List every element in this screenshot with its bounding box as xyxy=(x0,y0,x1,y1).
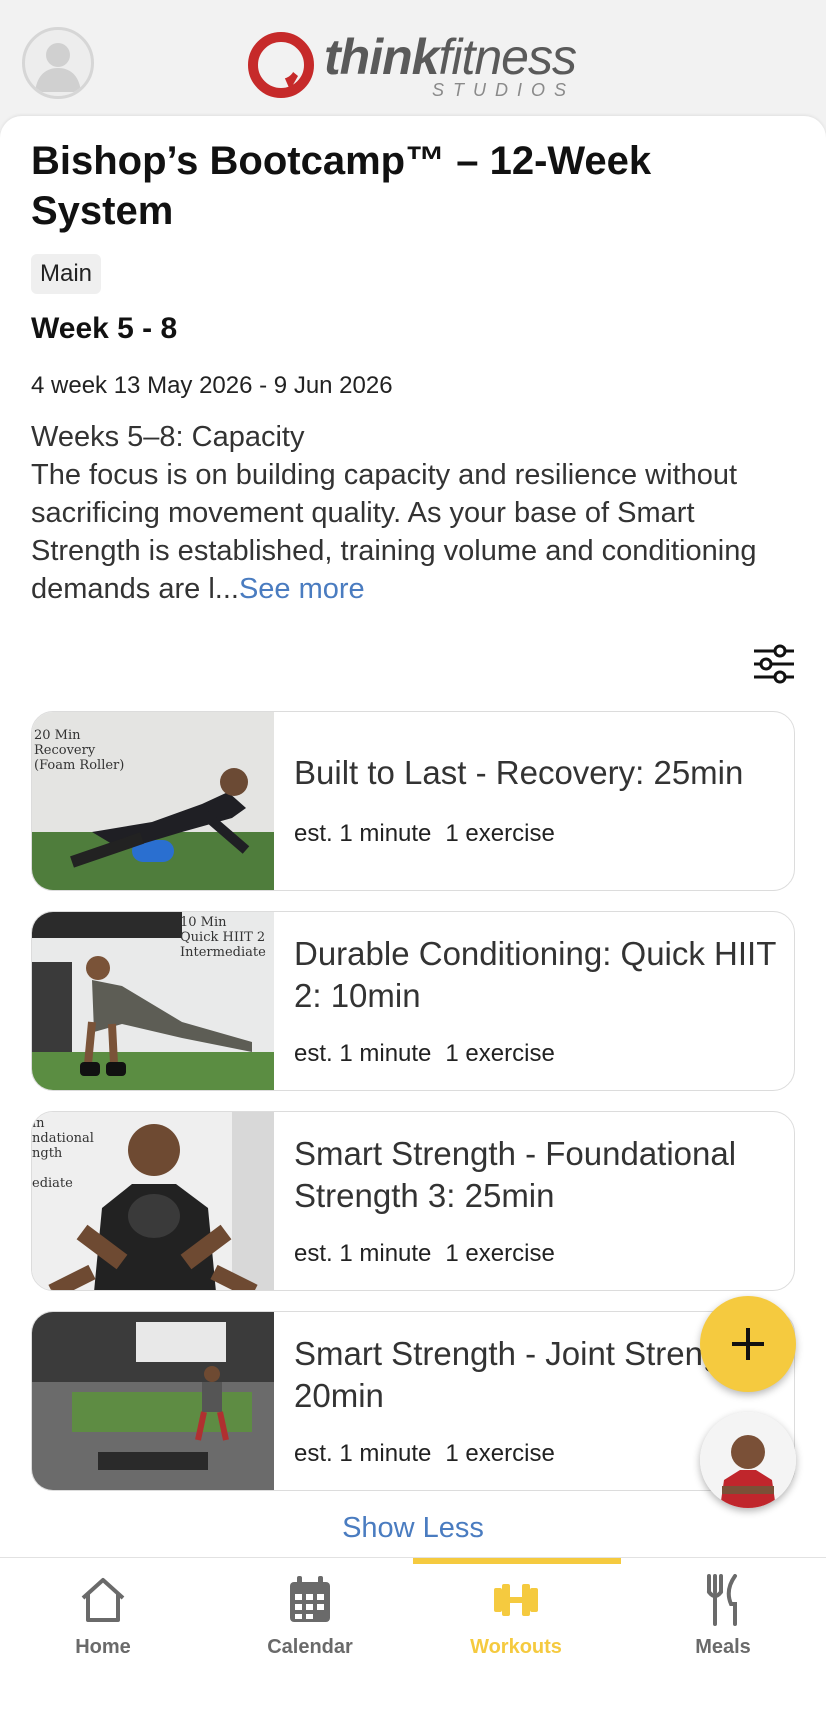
workout-card[interactable]: in ndational ngth ediate Smart Strength … xyxy=(31,1111,795,1291)
workout-duration: est. 1 minute xyxy=(294,1240,432,1267)
see-more-link[interactable]: See more xyxy=(239,573,365,605)
bottom-tab-bar: Home Calendar Workouts Meals xyxy=(0,1557,826,1714)
workout-title: Durable Conditioning: Quick HIIT 2: 10mi… xyxy=(294,935,776,1014)
brand-wordmark: thinkfitness xyxy=(324,29,577,85)
workout-card[interactable]: Smart Strength - Joint Strength: 20min e… xyxy=(31,1311,795,1491)
workout-exercise-count: 1 exercise xyxy=(445,820,555,847)
workout-thumbnail xyxy=(32,1312,274,1490)
plus-icon xyxy=(732,1328,764,1360)
workout-thumbnail: 10 Min Quick HIIT 2 Intermediate xyxy=(32,912,274,1090)
workout-thumbnail: 20 Min Recovery (Foam Roller) xyxy=(32,712,274,890)
logo-mark-icon xyxy=(248,32,314,98)
coach-photo xyxy=(700,1412,796,1508)
thumbnail-caption: 10 Min Quick HIIT 2 Intermediate xyxy=(180,915,266,960)
workout-thumbnail: in ndational ngth ediate xyxy=(32,1112,274,1290)
add-fab-button[interactable] xyxy=(700,1296,796,1392)
workout-title: Smart Strength - Foundational Strength 3… xyxy=(294,1135,737,1214)
workout-exercise-count: 1 exercise xyxy=(445,1240,555,1267)
thumbnail-caption: in ndational ngth ediate xyxy=(32,1116,94,1191)
tab-label: Meals xyxy=(695,1636,751,1658)
program-tag-chip: Main xyxy=(31,254,102,294)
thumbnail-caption: 20 Min Recovery (Foam Roller) xyxy=(34,728,125,773)
coach-avatar-button[interactable] xyxy=(700,1412,796,1508)
app-header: thinkfitness STUDIOS xyxy=(0,0,826,118)
program-description: Weeks 5–8: Capacity The focus is on buil… xyxy=(31,418,801,608)
week-title: Week 5 - 8 xyxy=(31,312,178,345)
show-less-link[interactable]: Show Less xyxy=(0,1512,826,1545)
tab-label: Workouts xyxy=(470,1636,562,1658)
workout-meta: est. 1 minute 1 exercise xyxy=(294,1440,555,1468)
workout-exercise-count: 1 exercise xyxy=(445,1040,555,1067)
program-title: Bishop’s Bootcamp™ – 12-Week System xyxy=(31,139,652,233)
user-silhouette-icon xyxy=(35,43,81,92)
tab-calendar[interactable]: Calendar xyxy=(207,1574,413,1664)
active-tab-indicator xyxy=(413,1558,621,1564)
tab-home[interactable]: Home xyxy=(0,1574,206,1664)
workout-meta: est. 1 minute 1 exercise xyxy=(294,820,555,848)
workout-exercise-count: 1 exercise xyxy=(445,1440,555,1467)
tab-meals[interactable]: Meals xyxy=(620,1574,826,1664)
profile-avatar[interactable] xyxy=(22,27,94,99)
workout-meta: est. 1 minute 1 exercise xyxy=(294,1240,555,1268)
date-range: 4 week 13 May 2026 - 9 Jun 2026 xyxy=(31,372,393,399)
brand-subtitle: STUDIOS xyxy=(432,80,576,100)
description-text: Weeks 5–8: Capacity The focus is on buil… xyxy=(31,421,757,605)
workout-duration: est. 1 minute xyxy=(294,1440,432,1467)
fork-knife-icon xyxy=(707,1574,737,1626)
tab-label: Calendar xyxy=(267,1636,353,1658)
filter-sliders-icon[interactable] xyxy=(752,644,796,684)
workout-card[interactable]: 20 Min Recovery (Foam Roller) Built to L… xyxy=(31,711,795,891)
dumbbell-icon xyxy=(494,1584,538,1616)
workout-meta: est. 1 minute 1 exercise xyxy=(294,1040,555,1068)
calendar-icon xyxy=(290,1576,330,1622)
home-icon xyxy=(81,1578,125,1622)
tab-workouts[interactable]: Workouts xyxy=(413,1574,619,1664)
workout-duration: est. 1 minute xyxy=(294,1040,432,1067)
workout-title: Built to Last - Recovery: 25min xyxy=(294,754,744,791)
tab-label: Home xyxy=(75,1636,131,1658)
workout-duration: est. 1 minute xyxy=(294,820,432,847)
brand-logo: thinkfitness STUDIOS xyxy=(246,28,586,104)
workout-card[interactable]: 10 Min Quick HIIT 2 Intermediate Durable… xyxy=(31,911,795,1091)
